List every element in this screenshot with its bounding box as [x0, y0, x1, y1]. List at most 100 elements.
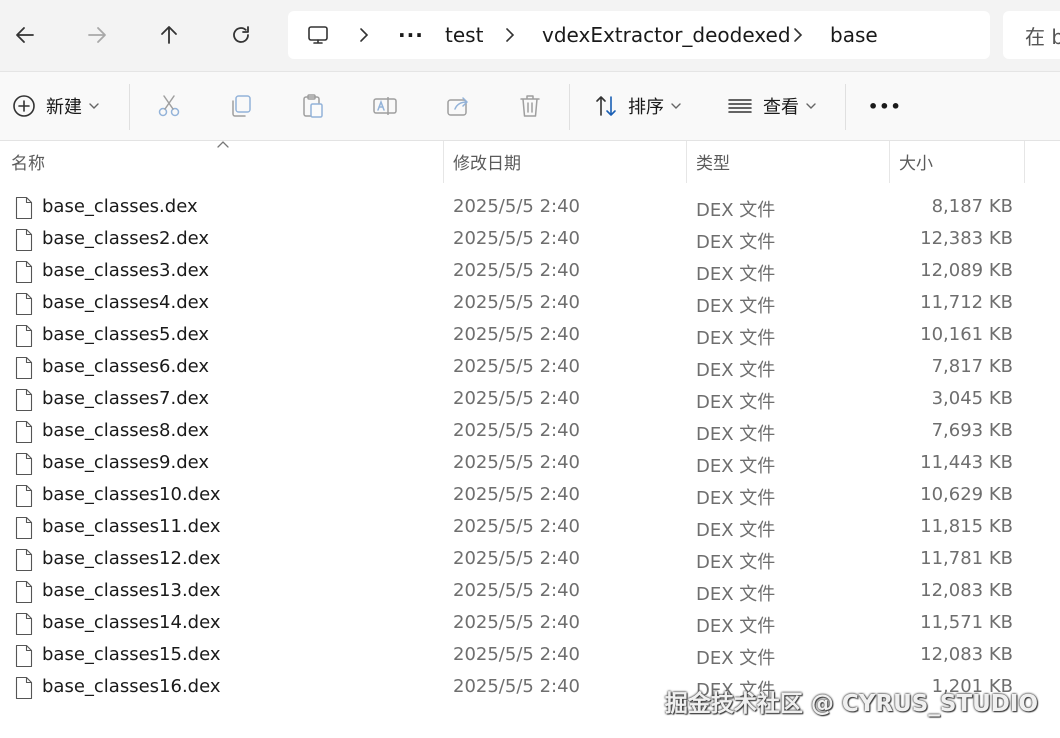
column-header-name[interactable]: 名称	[11, 149, 45, 174]
file-type: DEX 文件	[696, 488, 776, 509]
file-date: 2025/5/5 2:40	[453, 388, 580, 409]
sort-button[interactable]: 排序	[594, 86, 682, 126]
file-row[interactable]: base_classes2.dex 2025/5/5 2:40 DEX 文件 12,3…	[0, 224, 1060, 256]
chevron-right-icon[interactable]	[502, 23, 518, 47]
monitor-icon	[308, 26, 328, 44]
file-type: DEX 文件	[696, 200, 776, 221]
column-resize-handle[interactable]	[686, 141, 687, 183]
file-name: base_classes7.dex	[42, 388, 210, 409]
column-header-row: 名称 修改日期 类型 大小	[0, 141, 1060, 183]
file-row[interactable]: base_classes5.dex 2025/5/5 2:40 DEX 文件 10,1…	[0, 320, 1060, 352]
file-name: base_classes4.dex	[42, 292, 210, 313]
file-row[interactable]: base_classes7.dex 2025/5/5 2:40 DEX 文件 3,04…	[0, 384, 1060, 416]
file-date: 2025/5/5 2:40	[453, 228, 580, 249]
file-icon	[15, 548, 33, 576]
copy-button[interactable]	[228, 86, 254, 126]
file-date: 2025/5/5 2:40	[453, 644, 580, 665]
this-pc-crumb[interactable]	[306, 11, 330, 59]
file-size: 10,629 KB	[920, 484, 1013, 505]
chevron-down-icon	[671, 103, 681, 109]
column-resize-handle[interactable]	[889, 141, 890, 183]
file-name: base_classes5.dex	[42, 324, 210, 345]
forward-button[interactable]	[80, 18, 114, 52]
file-date: 2025/5/5 2:40	[453, 196, 580, 217]
trash-icon	[520, 95, 540, 117]
file-row[interactable]: base_classes11.dex 2025/5/5 2:40 DEX 文件 11,…	[0, 512, 1060, 544]
file-size: 11,815 KB	[920, 516, 1013, 537]
command-bar: 新建 排序 查看 •••	[0, 72, 1060, 141]
file-date: 2025/5/5 2:40	[453, 324, 580, 345]
file-name: base_classes16.dex	[42, 676, 221, 697]
file-row[interactable]: base_classes8.dex 2025/5/5 2:40 DEX 文件 7,69…	[0, 416, 1060, 448]
breadcrumb-overflow[interactable]: ···	[398, 11, 424, 59]
breadcrumb-vdexextractor[interactable]: vdexExtractor_deodexed	[542, 11, 791, 59]
file-name: base_classes15.dex	[42, 644, 221, 665]
file-row[interactable]: base_classes9.dex 2025/5/5 2:40 DEX 文件 11,4…	[0, 448, 1060, 480]
clipboard-icon	[303, 94, 323, 118]
file-row[interactable]: base_classes.dex 2025/5/5 2:40 DEX 文件 8,187…	[0, 192, 1060, 224]
refresh-icon	[233, 26, 249, 43]
rename-icon	[373, 97, 397, 115]
file-type: DEX 文件	[696, 328, 776, 349]
file-icon	[15, 452, 33, 480]
column-header-date[interactable]: 修改日期	[453, 149, 521, 174]
file-type: DEX 文件	[696, 424, 776, 445]
share-icon	[447, 97, 468, 116]
column-header-size[interactable]: 大小	[899, 149, 933, 174]
refresh-button[interactable]	[224, 18, 258, 52]
file-row[interactable]: base_classes4.dex 2025/5/5 2:40 DEX 文件 11,7…	[0, 288, 1060, 320]
file-row[interactable]: base_classes3.dex 2025/5/5 2:40 DEX 文件 12,0…	[0, 256, 1060, 288]
file-type: DEX 文件	[696, 264, 776, 285]
file-row[interactable]: base_classes13.dex 2025/5/5 2:40 DEX 文件 12,…	[0, 576, 1060, 608]
file-size: 11,443 KB	[920, 452, 1013, 473]
view-button[interactable]: 查看	[727, 86, 817, 126]
new-button[interactable]: 新建	[12, 86, 100, 126]
plus-circle-icon	[13, 95, 35, 117]
breadcrumb-test[interactable]: test	[445, 11, 483, 59]
copy-icon	[232, 95, 251, 117]
delete-button[interactable]	[517, 86, 543, 126]
chevron-right-icon[interactable]	[790, 23, 806, 47]
up-button[interactable]	[152, 18, 186, 52]
file-icon	[15, 644, 33, 672]
file-size: 7,693 KB	[931, 420, 1013, 441]
sort-ascending-icon	[217, 141, 229, 148]
file-row[interactable]: base_classes15.dex 2025/5/5 2:40 DEX 文件 12,…	[0, 640, 1060, 672]
file-size: 11,781 KB	[920, 548, 1013, 569]
file-date: 2025/5/5 2:40	[453, 260, 580, 281]
file-row[interactable]: base_classes6.dex 2025/5/5 2:40 DEX 文件 7,81…	[0, 352, 1060, 384]
breadcrumb-base[interactable]: base	[830, 11, 878, 59]
file-name: base_classes.dex	[42, 196, 198, 217]
column-resize-handle[interactable]	[443, 141, 444, 183]
sort-label: 排序	[628, 97, 664, 118]
divider	[569, 84, 570, 130]
column-header-type[interactable]: 类型	[696, 149, 730, 174]
column-resize-handle[interactable]	[1024, 141, 1025, 183]
file-size: 12,083 KB	[920, 644, 1013, 665]
file-date: 2025/5/5 2:40	[453, 452, 580, 473]
arrow-right-icon	[88, 27, 106, 43]
file-row[interactable]: base_classes10.dex 2025/5/5 2:40 DEX 文件 10,…	[0, 480, 1060, 512]
file-date: 2025/5/5 2:40	[453, 612, 580, 633]
file-type: DEX 文件	[696, 616, 776, 637]
file-row[interactable]: base_classes12.dex 2025/5/5 2:40 DEX 文件 11,…	[0, 544, 1060, 576]
address-bar[interactable]: ··· test vdexExtractor_deodexed base	[288, 11, 990, 59]
file-size: 7,817 KB	[931, 356, 1013, 377]
rename-button[interactable]	[372, 86, 398, 126]
paste-button[interactable]	[300, 86, 326, 126]
file-icon	[15, 612, 33, 640]
chevron-right-icon[interactable]	[356, 23, 372, 47]
file-name: base_classes13.dex	[42, 580, 221, 601]
file-icon	[15, 356, 33, 384]
search-box[interactable]: 在 b	[1003, 11, 1060, 59]
file-icon	[15, 324, 33, 352]
cut-button[interactable]	[156, 86, 182, 126]
file-type: DEX 文件	[696, 456, 776, 477]
share-button[interactable]	[445, 86, 471, 126]
more-options-button[interactable]: •••	[868, 86, 902, 126]
file-row[interactable]: base_classes14.dex 2025/5/5 2:40 DEX 文件 11,…	[0, 608, 1060, 640]
file-size: 11,712 KB	[920, 292, 1013, 313]
back-button[interactable]	[8, 18, 42, 52]
scissors-icon	[158, 95, 180, 117]
file-size: 12,089 KB	[920, 260, 1013, 281]
